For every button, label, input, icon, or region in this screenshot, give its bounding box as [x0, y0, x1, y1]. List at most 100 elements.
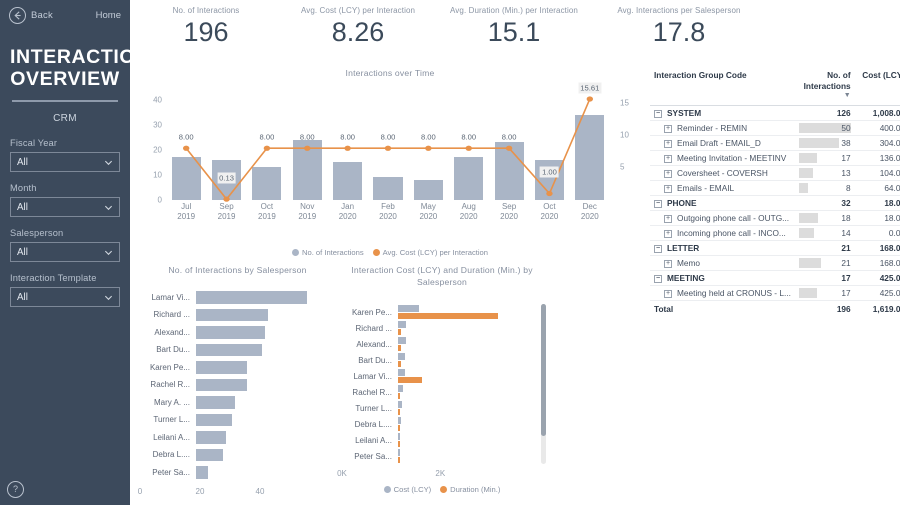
- expand-toggle-icon[interactable]: +: [664, 124, 672, 133]
- collapse-toggle-icon[interactable]: −: [654, 199, 662, 208]
- column-header-interaction-group-code[interactable]: Interaction Group Code: [650, 66, 800, 106]
- bar[interactable]: [196, 326, 265, 339]
- bar-duration[interactable]: [398, 424, 400, 432]
- table-total-row[interactable]: Total1961,619.008.262961.0: [650, 300, 900, 316]
- bar-duration[interactable]: [398, 328, 401, 336]
- slicer-dropdown-fiscal-year[interactable]: All: [10, 152, 120, 173]
- bar-cost[interactable]: [398, 401, 402, 408]
- bar[interactable]: [196, 413, 232, 427]
- bar[interactable]: [196, 308, 268, 322]
- line-point[interactable]: [465, 145, 472, 151]
- bar-duration[interactable]: [398, 344, 402, 352]
- bar[interactable]: [196, 343, 262, 357]
- bar-row[interactable]: Karen Pe...: [140, 359, 335, 377]
- bar-cost[interactable]: [398, 353, 406, 360]
- bar-duration[interactable]: [398, 456, 400, 464]
- legend-item-bar[interactable]: No. of Interactions: [291, 248, 364, 257]
- expand-toggle-icon[interactable]: +: [664, 214, 672, 223]
- bar-duration[interactable]: [398, 360, 401, 368]
- bar-cost[interactable]: [398, 337, 406, 344]
- bar[interactable]: [196, 378, 247, 392]
- bar-row[interactable]: Turner L...: [342, 400, 542, 416]
- slicer-dropdown-month[interactable]: All: [10, 197, 120, 218]
- line-point[interactable]: [586, 95, 594, 102]
- bar-row[interactable]: Bart Du...: [342, 352, 542, 368]
- table-row[interactable]: +Coversheet - COVERSH13104.008.0013.0: [650, 165, 900, 181]
- column-header-no-of-interactions[interactable]: No. of Interactions ▼: [799, 66, 855, 106]
- line-point[interactable]: [546, 190, 553, 196]
- bar-duration[interactable]: [398, 392, 401, 400]
- bar[interactable]: [196, 448, 223, 462]
- line-point[interactable]: [425, 145, 432, 151]
- bar-cost[interactable]: [398, 321, 407, 328]
- bar-cost[interactable]: [398, 369, 405, 376]
- bar-row[interactable]: Rachel R...: [140, 376, 335, 394]
- bar-cost[interactable]: [398, 385, 404, 392]
- expand-toggle-icon[interactable]: +: [664, 229, 672, 238]
- line-point[interactable]: [223, 196, 230, 202]
- help-button[interactable]: ?: [7, 481, 24, 498]
- line-point[interactable]: [344, 145, 351, 151]
- bar-row[interactable]: Leilani A...: [342, 432, 542, 448]
- slicer-dropdown-salesperson[interactable]: All: [10, 242, 120, 263]
- bar-cost[interactable]: [398, 305, 419, 312]
- legend-item-duration[interactable]: Duration (Min.): [440, 485, 500, 494]
- table-row[interactable]: +Memo21168.008.00315.0: [650, 255, 900, 271]
- home-button[interactable]: Home: [96, 10, 121, 21]
- bar-row[interactable]: Mary A. ...: [140, 394, 335, 412]
- bar[interactable]: [196, 291, 307, 304]
- table-row[interactable]: +Incoming phone call - INCO...140.000.00…: [650, 225, 900, 241]
- back-button[interactable]: Back: [9, 6, 53, 24]
- collapse-toggle-icon[interactable]: −: [654, 244, 662, 253]
- bar[interactable]: [196, 466, 208, 479]
- bar-row[interactable]: Peter Sa...: [140, 464, 335, 482]
- legend-item-line[interactable]: Avg. Cost (LCY) per Interaction: [372, 248, 488, 257]
- bar-cost[interactable]: [398, 449, 400, 456]
- table-row[interactable]: −MEETING17425.0025.002040.0: [650, 270, 900, 286]
- bar-duration[interactable]: [398, 312, 499, 320]
- expand-toggle-icon[interactable]: +: [664, 184, 672, 193]
- line-point[interactable]: [384, 145, 392, 151]
- table-row[interactable]: −LETTER21168.008.00315.0: [650, 240, 900, 256]
- bar-row[interactable]: Rachel R...: [342, 384, 542, 400]
- bar-duration[interactable]: [398, 376, 422, 384]
- collapse-toggle-icon[interactable]: −: [654, 274, 662, 283]
- table-row[interactable]: +Reminder - REMIN50400.008.0050.0: [650, 120, 900, 136]
- bar-row[interactable]: Peter Sa...: [342, 448, 542, 464]
- bar-duration[interactable]: [398, 408, 400, 416]
- table-row[interactable]: −PHONE3218.000.56480.0: [650, 195, 900, 211]
- table-row[interactable]: −SYSTEM1261,008.008.00126.0: [650, 105, 900, 121]
- column-header-cost-lcy[interactable]: Cost (LCY): [854, 66, 900, 106]
- bar[interactable]: [196, 431, 226, 444]
- slicer-dropdown-interaction-template[interactable]: All: [10, 287, 120, 308]
- bar-row[interactable]: Karen Pe...: [342, 304, 542, 320]
- table-row[interactable]: +Meeting held at CRONUS - L...17425.0025…: [650, 285, 900, 301]
- table-row[interactable]: +Meeting Invitation - MEETINV17136.008.0…: [650, 150, 900, 166]
- expand-toggle-icon[interactable]: +: [664, 139, 672, 148]
- bar[interactable]: [196, 396, 235, 409]
- line-point[interactable]: [182, 145, 190, 151]
- line-point[interactable]: [304, 145, 311, 151]
- bar-row[interactable]: Lamar Vi...: [140, 289, 335, 307]
- table-row[interactable]: +Outgoing phone call - OUTG...1818.001.0…: [650, 210, 900, 226]
- bar-duration[interactable]: [398, 440, 400, 448]
- table-row[interactable]: +Emails - EMAIL864.008.008.0: [650, 180, 900, 196]
- bar-row[interactable]: Leilani A...: [140, 429, 335, 447]
- bar[interactable]: [196, 361, 247, 374]
- bar-row[interactable]: Alexand...: [342, 336, 542, 352]
- expand-toggle-icon[interactable]: +: [664, 154, 672, 163]
- bar-row[interactable]: Turner L...: [140, 411, 335, 429]
- bar-row[interactable]: Debra L....: [342, 416, 542, 432]
- bar-cost[interactable]: [398, 417, 402, 424]
- legend-item-cost[interactable]: Cost (LCY): [383, 485, 431, 494]
- bar-row[interactable]: Debra L....: [140, 446, 335, 464]
- table-row[interactable]: +Email Draft - EMAIL_D38304.008.0038.0: [650, 135, 900, 151]
- bar-row[interactable]: Bart Du...: [140, 341, 335, 359]
- bar-row[interactable]: Richard ...: [342, 320, 542, 336]
- bar-row[interactable]: Alexand...: [140, 324, 335, 342]
- bar-row[interactable]: Richard ...: [140, 306, 335, 324]
- bar-cost[interactable]: [398, 433, 400, 440]
- collapse-toggle-icon[interactable]: −: [654, 109, 662, 118]
- line-point[interactable]: [505, 145, 513, 151]
- expand-toggle-icon[interactable]: +: [664, 169, 672, 178]
